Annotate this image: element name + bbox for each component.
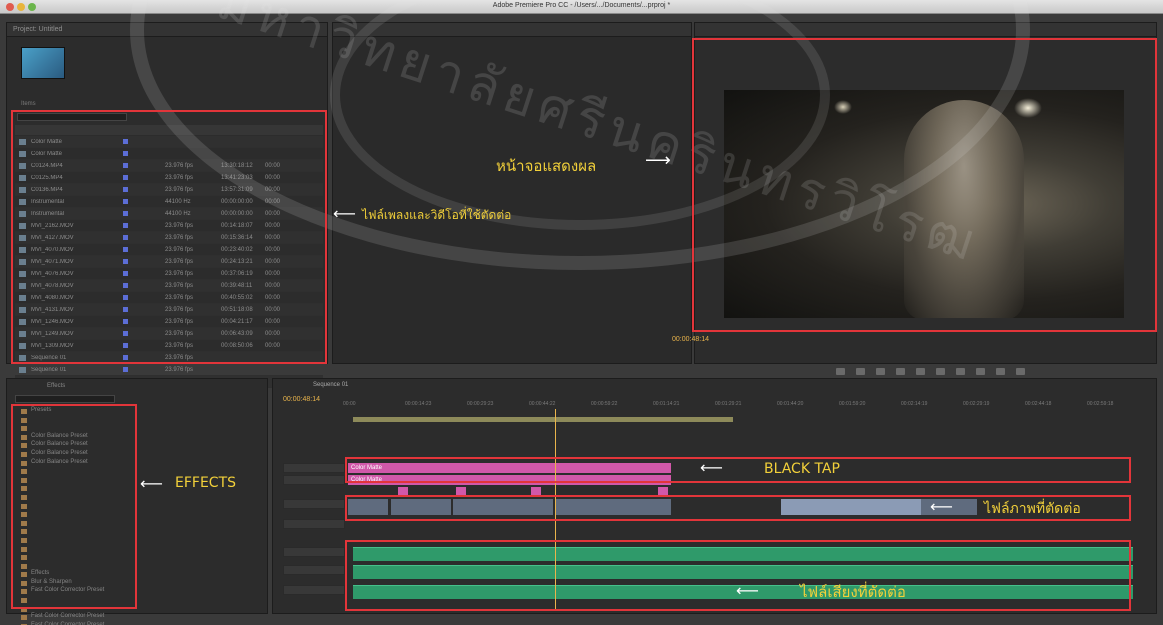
left-arrow-icon: ⟵ <box>140 474 163 493</box>
left-arrow-icon: ⟵ <box>930 497 953 516</box>
effects-annotation: EFFECTS <box>175 475 237 491</box>
left-arrow-icon: ⟵ <box>736 581 759 600</box>
sequence-tab[interactable]: Sequence 01 <box>313 382 348 388</box>
media-file-icon <box>19 367 26 373</box>
timeline-timecode[interactable]: 00:00:48:14 <box>283 396 320 403</box>
video-track-annotation: ไฟล์ภาพที่ตัดต่อ <box>984 501 1081 517</box>
left-arrow-icon: ⟵ <box>333 204 356 223</box>
track-header-a1[interactable] <box>283 547 345 557</box>
audio-track-highlight-box <box>345 540 1131 611</box>
step-forward-icon[interactable] <box>936 368 945 375</box>
effects-highlight-box <box>11 404 137 609</box>
play-icon[interactable] <box>916 368 925 375</box>
work-area-bar[interactable] <box>353 417 733 422</box>
program-timecode[interactable]: 00:00:48:14 <box>672 336 709 343</box>
project-thumbnail <box>21 47 65 79</box>
ruler-tick-label: 00:01:29:21 <box>715 401 742 407</box>
export-frame-icon[interactable] <box>1016 368 1025 375</box>
track-header-v1[interactable] <box>283 499 345 509</box>
project-annotation: ไฟล์เพลงและวิดีโอที่ใช้ตัดต่อ <box>362 208 512 222</box>
effects-list-item[interactable]: Fast Color Corrector Preset <box>17 613 104 622</box>
ruler-tick-label: 00:00:14:23 <box>405 401 432 407</box>
ruler-tick-label: 00:00:44:22 <box>529 401 556 407</box>
ruler-tick-label: 00:02:59:18 <box>1087 401 1114 407</box>
track-header-a2[interactable] <box>283 565 345 575</box>
time-ruler[interactable]: 00:00 00:00:14:23 00:00:29:23 00:00:44:22 00… <box>343 401 1146 411</box>
ruler-tick-label: 00:00:59:22 <box>591 401 618 407</box>
extract-icon[interactable] <box>996 368 1005 375</box>
track-header-v0[interactable] <box>283 519 345 529</box>
effects-search-input[interactable] <box>15 395 115 403</box>
ruler-tick-label: 00:02:29:19 <box>963 401 990 407</box>
project-highlight-box <box>11 110 327 364</box>
black-tap-highlight-box <box>345 457 1131 483</box>
clip-marker[interactable] <box>531 487 541 495</box>
ruler-tick-label: 00:00 <box>343 401 356 407</box>
transport-controls <box>836 368 1076 378</box>
label-color-swatch <box>123 367 128 372</box>
lift-icon[interactable] <box>976 368 985 375</box>
left-arrow-icon: ⟵ <box>700 458 723 477</box>
clip-marker[interactable] <box>456 487 466 495</box>
clip-marker[interactable] <box>658 487 668 495</box>
folder-icon <box>21 615 27 621</box>
track-header-a3[interactable] <box>283 585 345 595</box>
ruler-tick-label: 00:01:44:20 <box>777 401 804 407</box>
track-header-v3[interactable] <box>283 463 345 473</box>
monitor-annotation: หน้าจอแสดงผล <box>496 157 597 175</box>
project-file-row[interactable]: Sequence 01 23.976 fps <box>15 364 323 376</box>
clip-marker[interactable] <box>398 487 408 495</box>
go-to-in-icon[interactable] <box>876 368 885 375</box>
black-tap-annotation: BLACK TAP <box>764 461 840 477</box>
audio-track-annotation: ไฟล์เสียงที่ตัดต่อ <box>800 583 906 601</box>
go-to-out-icon[interactable] <box>956 368 965 375</box>
ruler-tick-label: 00:01:14:21 <box>653 401 680 407</box>
right-arrow-icon: ⟶ <box>645 150 671 171</box>
track-header-v2[interactable] <box>283 475 345 485</box>
mark-out-icon[interactable] <box>856 368 865 375</box>
effects-item-label: Fast Color Corrector Preset <box>31 613 105 620</box>
effects-tab[interactable]: Effects <box>47 383 65 389</box>
ruler-tick-label: 00:01:59:20 <box>839 401 866 407</box>
ruler-tick-label: 00:02:14:19 <box>901 401 928 407</box>
step-back-icon[interactable] <box>896 368 905 375</box>
mark-in-icon[interactable] <box>836 368 845 375</box>
project-item-count: Items <box>21 101 36 107</box>
monitor-highlight-box <box>692 38 1157 332</box>
ruler-tick-label: 00:02:44:18 <box>1025 401 1052 407</box>
file-frame-rate: 23.976 fps <box>165 367 194 373</box>
file-name: Sequence 01 <box>31 367 67 373</box>
ruler-tick-label: 00:00:29:23 <box>467 401 494 407</box>
